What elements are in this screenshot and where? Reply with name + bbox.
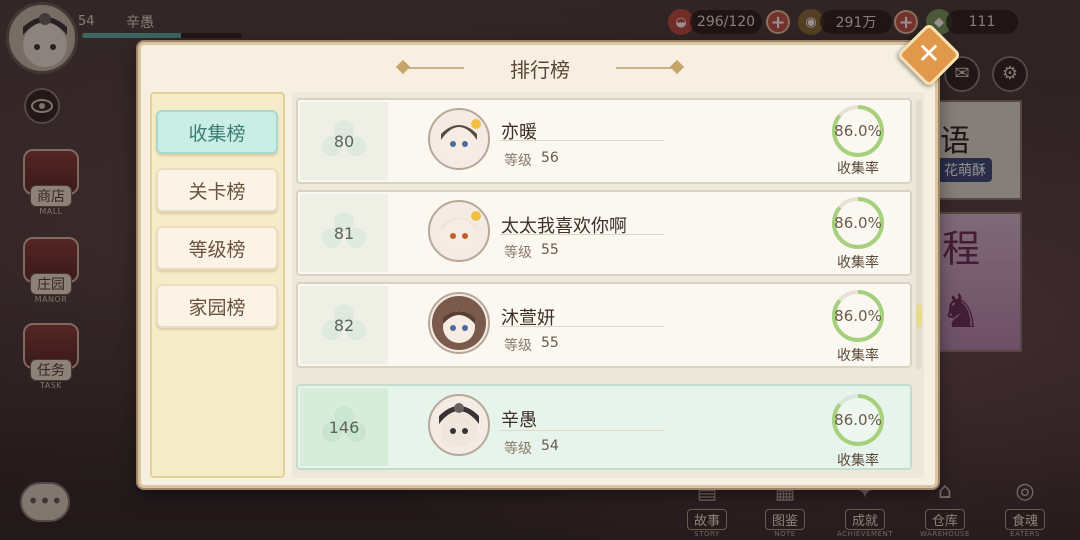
- avatar: [428, 200, 490, 262]
- collection-rate-label: 收集率: [837, 161, 879, 177]
- avatar: [428, 292, 490, 354]
- rank-number: 146: [328, 417, 360, 437]
- list-scrollbar[interactable]: [916, 100, 922, 370]
- level-value: 56: [541, 150, 559, 166]
- divider: [500, 326, 664, 327]
- collection-rate-label: 收集率: [837, 348, 879, 364]
- rank-cell: 146: [300, 388, 388, 466]
- ranking-row[interactable]: [296, 282, 912, 368]
- tab-collection[interactable]: 收集榜: [156, 110, 278, 154]
- divider: [500, 430, 664, 431]
- rank-number: 81: [333, 223, 355, 243]
- rank-number: 82: [333, 315, 355, 335]
- divider: [500, 140, 664, 141]
- rank-cell: 82: [300, 286, 388, 364]
- tab-stage[interactable]: 关卡榜: [156, 168, 278, 212]
- collection-rate-label: 收集率: [837, 453, 879, 469]
- avatar: [428, 394, 490, 456]
- tab-home[interactable]: 家园榜: [156, 284, 278, 328]
- divider: [500, 234, 664, 235]
- close-icon[interactable]: ✕: [906, 32, 952, 78]
- collection-rate-value: 86.0%: [834, 307, 882, 325]
- dialog-title: 排行榜: [510, 57, 570, 82]
- level-label: 等级: [504, 441, 532, 457]
- level-value: 55: [541, 335, 559, 351]
- level-label: 等级: [504, 338, 532, 354]
- rank-cell: 80: [300, 102, 388, 180]
- collection-rate-value: 86.0%: [834, 411, 882, 429]
- scrollbar-thumb[interactable]: [916, 304, 922, 328]
- collection-rate-value: 86.0%: [834, 214, 882, 232]
- rank-cell: 81: [300, 194, 388, 272]
- level-value: 54: [541, 438, 559, 454]
- collection-rate-value: 86.0%: [834, 122, 882, 140]
- level-label: 等级: [504, 245, 532, 261]
- avatar: [428, 108, 490, 170]
- my-ranking-row[interactable]: [296, 384, 912, 470]
- rank-number: 80: [333, 131, 355, 151]
- level-value: 55: [541, 242, 559, 258]
- ranking-row[interactable]: [296, 98, 912, 184]
- player-name: 辛愚: [501, 410, 537, 431]
- level-label: 等级: [504, 153, 532, 169]
- collection-rate-label: 收集率: [837, 255, 879, 271]
- tab-level[interactable]: 等级榜: [156, 226, 278, 270]
